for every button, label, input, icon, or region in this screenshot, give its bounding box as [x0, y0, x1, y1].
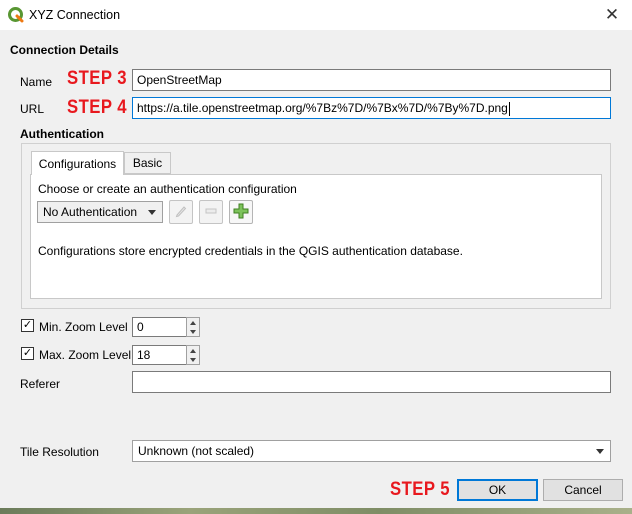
background-map-strip [0, 508, 632, 514]
step5-annotation: STEP 5 [390, 479, 450, 500]
max-zoom-checkbox[interactable]: ✓ [21, 347, 34, 360]
window-title: XYZ Connection [29, 8, 121, 22]
max-zoom-label: Max. Zoom Level [39, 348, 132, 362]
tab-configurations-label: Configurations [38, 156, 117, 171]
url-label: URL [20, 102, 45, 116]
name-label: Name [20, 75, 53, 89]
spin-up-icon[interactable] [190, 349, 196, 353]
tile-resolution-select[interactable]: Unknown (not scaled) [132, 440, 611, 462]
auth-prompt: Choose or create an authentication confi… [38, 182, 297, 196]
min-zoom-checkbox[interactable]: ✓ [21, 319, 34, 332]
add-config-button[interactable] [229, 200, 253, 224]
max-zoom-stepper[interactable] [186, 345, 200, 365]
referer-field[interactable] [132, 371, 611, 393]
name-field[interactable]: OpenStreetMap [132, 69, 611, 91]
spin-down-icon[interactable] [190, 330, 196, 334]
referer-label: Referer [20, 377, 61, 391]
authentication-heading: Authentication [20, 127, 104, 141]
close-icon[interactable]: ✕ [600, 4, 624, 26]
max-zoom-spinbox[interactable]: 18 [132, 345, 187, 365]
min-zoom-label: Min. Zoom Level [39, 320, 128, 334]
tab-basic[interactable]: Basic [124, 152, 171, 174]
tab-configurations[interactable]: Configurations [31, 151, 124, 175]
checkmark-icon: ✓ [22, 347, 33, 359]
pencil-icon [174, 204, 188, 221]
url-value: https://a.tile.openstreetmap.org/%7Bz%7D… [137, 101, 508, 115]
tile-resolution-value: Unknown (not scaled) [138, 444, 255, 458]
auth-config-select[interactable]: No Authentication [37, 201, 163, 223]
min-zoom-spinbox[interactable]: 0 [132, 317, 187, 337]
cancel-button[interactable]: Cancel [543, 479, 623, 501]
auth-config-value: No Authentication [43, 205, 138, 219]
text-caret [508, 101, 510, 116]
chevron-down-icon [596, 449, 604, 454]
edit-config-button[interactable] [169, 200, 193, 224]
remove-config-button[interactable] [199, 200, 223, 224]
min-zoom-stepper[interactable] [186, 317, 200, 337]
ok-button[interactable]: OK [457, 479, 538, 501]
auth-info-text: Configurations store encrypted credentia… [38, 244, 463, 258]
step3-annotation: STEP 3 [67, 68, 127, 89]
url-field[interactable]: https://a.tile.openstreetmap.org/%7Bz%7D… [132, 97, 611, 119]
tab-basic-label: Basic [132, 156, 163, 170]
chevron-down-icon [148, 210, 156, 215]
qgis-logo-icon [8, 7, 24, 23]
checkmark-icon: ✓ [22, 319, 33, 331]
add-icon [233, 203, 249, 222]
spin-down-icon[interactable] [190, 358, 196, 362]
connection-details-heading: Connection Details [10, 43, 119, 57]
spin-up-icon[interactable] [190, 321, 196, 325]
tile-resolution-label: Tile Resolution [20, 445, 99, 459]
remove-icon [204, 204, 218, 221]
step4-annotation: STEP 4 [67, 97, 127, 118]
